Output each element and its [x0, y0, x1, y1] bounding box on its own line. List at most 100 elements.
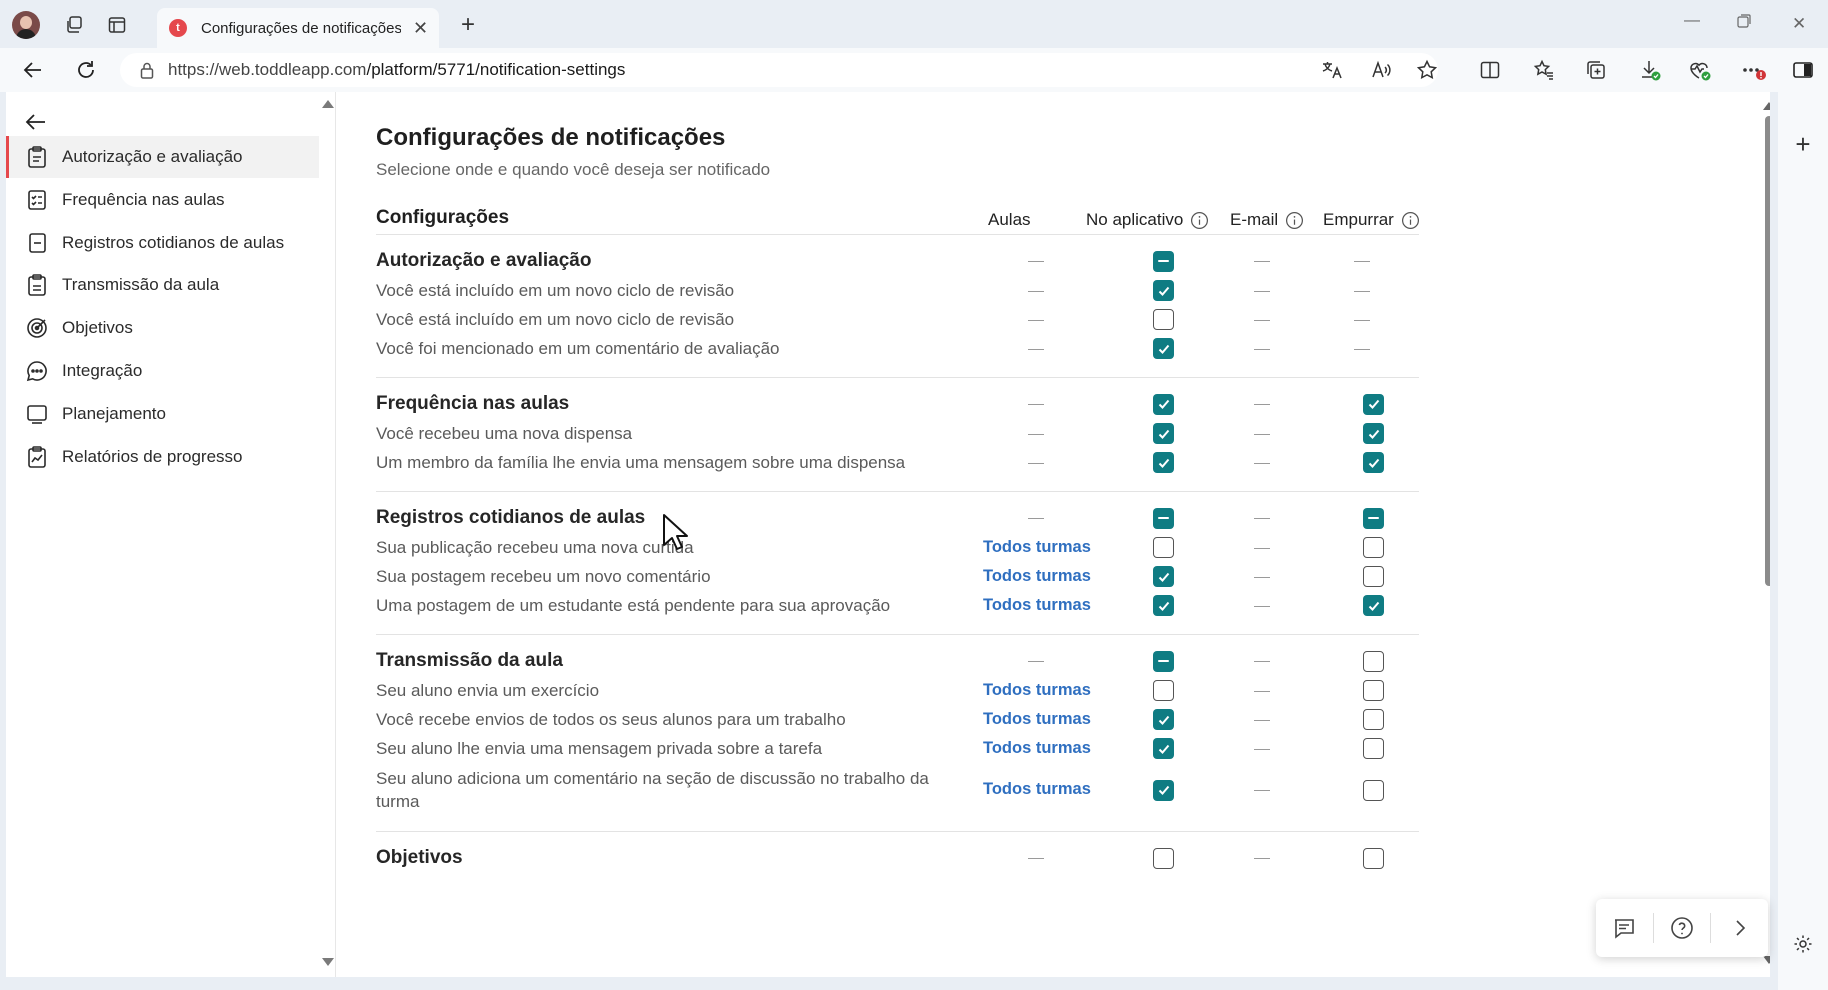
- downloads-icon[interactable]: [1636, 56, 1664, 84]
- notification-row-label: Um membro da família lhe envia uma mensa…: [376, 453, 906, 472]
- unchecked-checkbox[interactable]: [1363, 847, 1384, 869]
- unchecked-checkbox[interactable]: [1363, 650, 1384, 672]
- not-available-dash: [1028, 290, 1044, 292]
- help-icon[interactable]: [1654, 899, 1711, 957]
- sidebar-item[interactable]: Integração: [6, 350, 319, 392]
- checked-checkbox[interactable]: [1363, 595, 1384, 616]
- unchecked-checkbox[interactable]: [1153, 847, 1174, 869]
- back-icon[interactable]: [19, 56, 47, 84]
- sidebar-item[interactable]: Autorização e avaliação: [6, 136, 319, 178]
- indeterminate-checkbox[interactable]: [1153, 507, 1174, 529]
- not-available-dash: [1254, 261, 1270, 262]
- new-tab-icon[interactable]: +: [454, 11, 482, 39]
- back-arrow-icon[interactable]: [24, 110, 52, 138]
- translate-icon[interactable]: [1318, 56, 1346, 84]
- sidebar-item[interactable]: Transmissão da aula: [6, 264, 319, 306]
- checked-checkbox[interactable]: [1153, 738, 1174, 759]
- chat-icon: [26, 360, 48, 382]
- checked-checkbox[interactable]: [1153, 423, 1174, 444]
- not-available-dash: [1254, 576, 1270, 578]
- report-icon: [26, 445, 48, 468]
- checked-checkbox[interactable]: [1153, 280, 1174, 301]
- split-screen-icon[interactable]: [1476, 56, 1504, 84]
- unchecked-checkbox[interactable]: [1363, 709, 1384, 730]
- checked-checkbox[interactable]: [1153, 709, 1174, 730]
- all-classes-link[interactable]: Todos turmas: [983, 567, 1091, 586]
- checked-checkbox[interactable]: [1363, 452, 1384, 473]
- indeterminate-checkbox[interactable]: [1363, 507, 1384, 529]
- sidebar-toggle-icon[interactable]: [1789, 56, 1817, 84]
- unchecked-checkbox[interactable]: [1363, 680, 1384, 701]
- sidebar-item[interactable]: Registros cotidianos de aulas: [6, 222, 319, 264]
- scroll-up-icon[interactable]: [1763, 102, 1770, 110]
- all-classes-link[interactable]: Todos turmas: [983, 780, 1091, 799]
- unchecked-checkbox[interactable]: [1363, 779, 1384, 801]
- collapse-chevron-icon[interactable]: [1711, 899, 1768, 957]
- checked-checkbox[interactable]: [1153, 779, 1174, 801]
- checked-checkbox[interactable]: [1153, 452, 1174, 473]
- feedback-icon[interactable]: [1596, 899, 1653, 957]
- info-icon[interactable]: [1190, 211, 1209, 230]
- all-classes-link[interactable]: Todos turmas: [983, 538, 1091, 557]
- sidebar-item[interactable]: Planejamento: [6, 393, 319, 435]
- info-icon[interactable]: [1401, 211, 1420, 230]
- favorite-star-icon[interactable]: [1413, 56, 1441, 84]
- unchecked-checkbox[interactable]: [1363, 738, 1384, 759]
- sidebar-item-label: Relatórios de progresso: [62, 446, 243, 466]
- refresh-icon[interactable]: [72, 56, 100, 84]
- sidebar-scroll-up-icon[interactable]: [322, 100, 334, 108]
- workspaces-icon[interactable]: [60, 11, 88, 39]
- sidebar-item[interactable]: Frequência nas aulas: [6, 179, 319, 221]
- sidebar-item[interactable]: Objetivos: [6, 307, 319, 349]
- close-tab-icon[interactable]: ✕: [413, 18, 428, 39]
- browser-essentials-icon[interactable]: [1686, 56, 1714, 84]
- checked-checkbox[interactable]: [1153, 595, 1174, 616]
- sidebar-item-label: Planejamento: [62, 403, 166, 423]
- scrollbar-thumb[interactable]: [1765, 116, 1770, 586]
- read-aloud-icon[interactable]: [1367, 56, 1395, 84]
- not-available-dash: [1254, 518, 1270, 519]
- checked-checkbox[interactable]: [1153, 338, 1174, 359]
- tab-actions-icon[interactable]: [103, 11, 131, 39]
- restore-icon[interactable]: [1737, 14, 1751, 28]
- add-panel-icon[interactable]: +: [1789, 129, 1817, 159]
- unchecked-checkbox[interactable]: [1363, 566, 1384, 587]
- page-viewport: Autorização e avaliação Frequência nas au…: [6, 92, 1770, 977]
- all-classes-link[interactable]: Todos turmas: [983, 596, 1091, 615]
- scroll-down-icon[interactable]: [1763, 956, 1770, 964]
- sidebar-item[interactable]: Relatórios de progresso: [6, 436, 319, 478]
- url-field[interactable]: https://web.toddleapp.com/platform/5771/…: [120, 53, 1438, 87]
- all-classes-link[interactable]: Todos turmas: [983, 739, 1091, 758]
- unchecked-checkbox[interactable]: [1153, 309, 1174, 330]
- checked-checkbox[interactable]: [1153, 393, 1174, 415]
- unchecked-checkbox[interactable]: [1363, 537, 1384, 558]
- checked-checkbox[interactable]: [1153, 566, 1174, 587]
- checked-checkbox[interactable]: [1363, 423, 1384, 444]
- page-title: Configurações de notificações: [376, 124, 726, 151]
- all-classes-link[interactable]: Todos turmas: [983, 681, 1091, 700]
- lock-icon[interactable]: [140, 62, 154, 79]
- indeterminate-checkbox[interactable]: [1153, 650, 1174, 672]
- unchecked-checkbox[interactable]: [1153, 537, 1174, 558]
- url-text: https://web.toddleapp.com/platform/5771/…: [168, 60, 626, 79]
- collections-icon[interactable]: [1582, 56, 1610, 84]
- push-column-header: Empurrar: [1323, 210, 1420, 230]
- not-available-dash: [1028, 462, 1044, 464]
- close-window-icon[interactable]: ✕: [1792, 14, 1806, 34]
- unchecked-checkbox[interactable]: [1153, 680, 1174, 701]
- section-title: Transmissão da aula: [376, 650, 563, 671]
- indeterminate-checkbox[interactable]: [1153, 250, 1174, 272]
- favorites-icon[interactable]: [1530, 56, 1558, 84]
- profile-avatar[interactable]: [12, 11, 40, 39]
- notification-row-label: Você foi mencionado em um comentário de …: [376, 339, 780, 358]
- browser-tab[interactable]: t Configurações de notificações ✕: [157, 8, 439, 48]
- minimize-icon[interactable]: —: [1684, 12, 1700, 30]
- info-icon[interactable]: [1285, 211, 1304, 230]
- more-options-icon[interactable]: [1740, 56, 1768, 84]
- not-available-dash: [1254, 690, 1270, 692]
- settings-gear-icon[interactable]: [1789, 930, 1817, 958]
- all-classes-link[interactable]: Todos turmas: [983, 710, 1091, 729]
- checked-checkbox[interactable]: [1363, 393, 1384, 415]
- not-available-dash: [1354, 290, 1370, 292]
- sidebar-scroll-down-icon[interactable]: [322, 958, 334, 966]
